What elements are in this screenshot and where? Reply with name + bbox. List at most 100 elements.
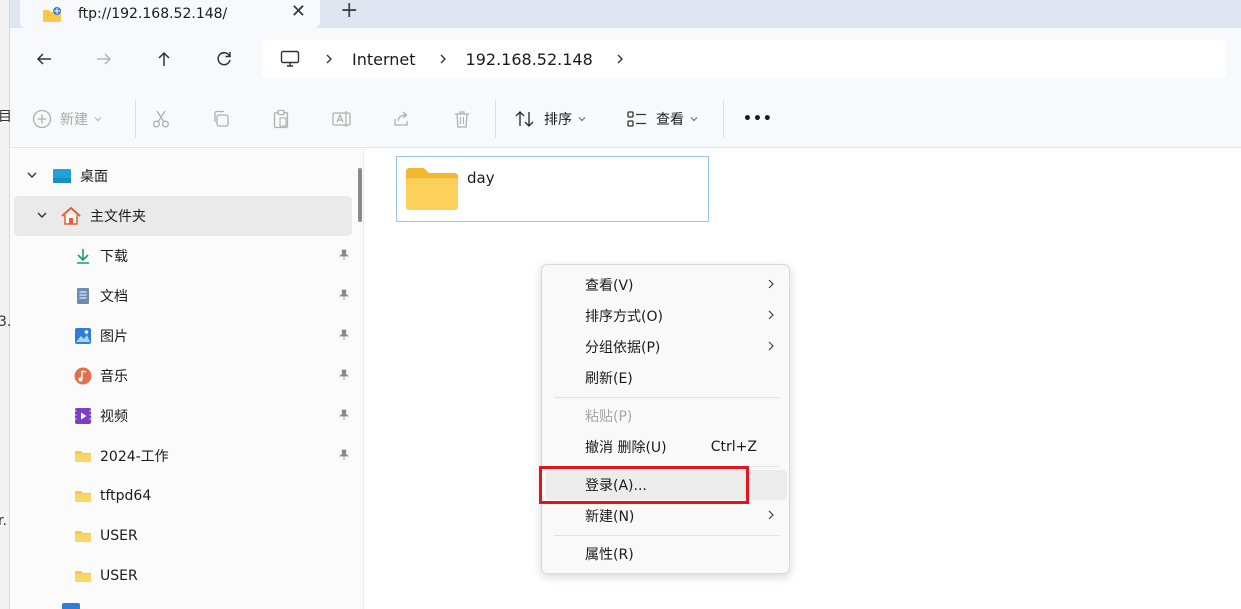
sort-arrows-icon [515,111,534,127]
new-tab-button[interactable]: + [340,0,358,23]
sidebar-item-downloads[interactable]: 下载 [10,236,352,276]
sidebar-item-label: 图片 [100,329,128,345]
arrow-right-icon [97,53,112,65]
chevron-down-icon[interactable] [36,209,50,223]
menu-item-sort-by[interactable]: 排序方式(O) [546,301,787,331]
breadcrumb-chevron-icon[interactable] [438,53,448,65]
view-button[interactable]: 查看 [626,106,698,132]
menu-item-label: 分组依据(P) [585,340,661,356]
sidebar-item-documents[interactable]: 文档 [10,276,352,316]
tab-ftp[interactable]: ftp://192.168.52.148/ ✕ [20,0,320,28]
sort-button[interactable]: 排序 [514,106,586,132]
context-menu: 查看(V) 排序方式(O) 分组依据(P) 刷新(E) 粘贴(P) 撤消 删除(… [541,264,790,574]
shortcut-label: Ctrl+Z [710,439,757,455]
chevron-right-icon [767,278,775,294]
forward-button[interactable] [89,44,119,74]
menu-item-new[interactable]: 新建(N) [546,501,787,531]
chevron-down-icon [690,117,698,122]
breadcrumb-chevron-icon[interactable] [324,53,334,65]
navigation-bar: Internet 192.168.52.148 [10,28,1241,90]
menu-item-paste[interactable]: 粘贴(P) [546,401,787,431]
rename-button[interactable] [331,106,353,132]
sidebar-scrollbar[interactable] [358,168,362,222]
folder-icon [74,568,92,584]
arrow-up-icon [158,51,170,66]
menu-item-label: 刷新(E) [585,371,633,387]
cut-button[interactable] [151,106,171,132]
menu-item-label: 撤消 删除(U) [585,440,667,456]
pin-icon[interactable] [338,369,350,385]
sidebar-item-user[interactable]: USER [10,516,352,556]
share-icon [394,111,408,126]
pane-divider[interactable] [363,149,383,609]
sidebar-item-label: 主文件夹 [90,209,146,225]
sidebar-item-label: USER [100,528,138,544]
document-icon [74,287,92,305]
desktop-icon [52,168,72,184]
pin-icon[interactable] [338,249,350,265]
home-icon [60,206,82,226]
delete-button[interactable] [452,106,472,132]
pin-icon[interactable] [338,409,350,425]
menu-item-label: 属性(R) [585,547,634,563]
sidebar-item-label: 视频 [100,409,128,425]
download-icon [74,247,92,265]
toolbar-divider [135,100,136,138]
menu-item-refresh[interactable]: 刷新(E) [546,363,787,393]
arrow-left-icon [36,53,51,65]
list-view-icon [627,111,646,127]
paste-button[interactable] [271,106,291,132]
breadcrumb-internet[interactable]: Internet [352,50,416,69]
share-button[interactable] [392,106,412,132]
rename-icon [332,111,351,127]
back-button[interactable] [29,44,59,74]
address-bar[interactable]: Internet 192.168.52.148 [262,40,1226,78]
chevron-down-icon[interactable] [26,169,40,183]
menu-item-properties[interactable]: 属性(R) [546,539,787,569]
view-button-label: 查看 [656,112,684,128]
sidebar-item-videos[interactable]: 视频 [10,396,352,436]
sidebar-item-desktop[interactable]: 桌面 [10,156,352,196]
trash-icon [455,111,469,128]
menu-item-label: 查看(V) [585,278,634,294]
breadcrumb-chevron-icon[interactable] [615,53,625,65]
pin-icon[interactable] [338,449,350,465]
copy-icon [214,110,229,127]
refresh-button[interactable] [209,44,239,74]
folder-icon [74,448,92,464]
sidebar-item-work-2024[interactable]: 2024-工作 [10,436,352,476]
folder-name: day [467,169,495,187]
sidebar-item-tftpd64[interactable]: tftpd64 [10,476,352,516]
pin-icon[interactable] [338,329,350,345]
sidebar-item-user[interactable]: USER [10,556,352,596]
close-tab-icon[interactable]: ✕ [291,1,306,22]
chevron-down-icon [578,117,586,122]
ftp-folder-icon [42,6,61,22]
copy-button[interactable] [211,106,231,132]
menu-item-group-by[interactable]: 分组依据(P) [546,332,787,362]
menu-item-view[interactable]: 查看(V) [546,270,787,300]
up-button[interactable] [149,44,179,74]
plus-circle-icon [32,109,52,129]
tab-bar: ftp://192.168.52.148/ ✕ + [10,0,1241,28]
sidebar-item-music[interactable]: 音乐 [10,356,352,396]
more-options-button[interactable]: ••• [743,106,773,132]
menu-separator [554,535,779,536]
new-button-label: 新建 [60,112,88,128]
toolbar-divider [723,100,724,138]
breadcrumb-host[interactable]: 192.168.52.148 [466,50,593,69]
sidebar-item-label: 文档 [100,289,128,305]
sidebar-item-label: tftpd64 [100,488,152,504]
menu-item-undo-delete[interactable]: 撤消 删除(U) Ctrl+Z [546,432,787,462]
sidebar-item-pictures[interactable]: 图片 [10,316,352,356]
sidebar-item-label: 下载 [100,249,128,265]
folder-icon [74,488,92,504]
chevron-down-icon [94,117,102,122]
command-bar: 新建 排序 查看 ••• [10,90,1241,148]
menu-item-label: 粘贴(P) [585,409,633,425]
pin-icon[interactable] [338,289,350,305]
new-button[interactable]: 新建 [32,106,102,132]
sidebar-item-home[interactable]: 主文件夹 [14,196,352,236]
menu-separator [554,397,779,398]
folder-item-day[interactable]: day [396,156,709,222]
